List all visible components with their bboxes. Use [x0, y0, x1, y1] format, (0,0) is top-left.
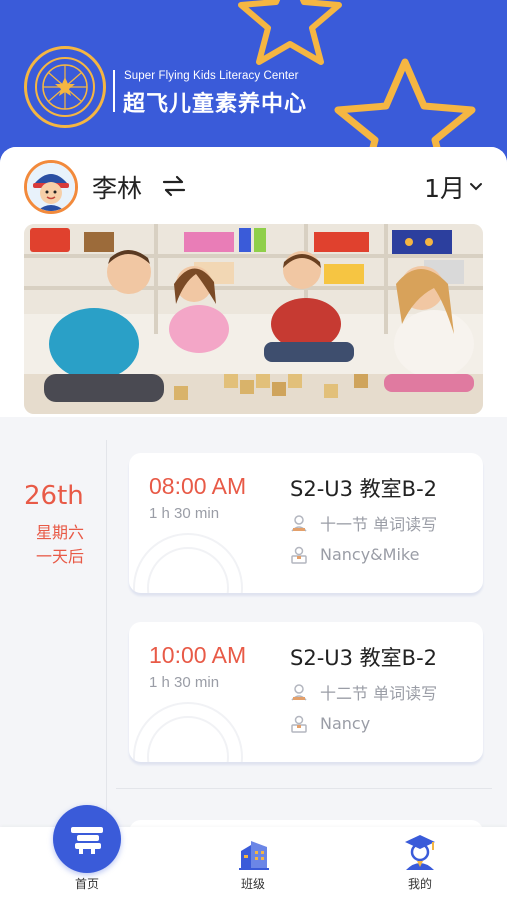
- lesson-card[interactable]: 10:00 AM 1 h 30 min S2-U3 教室B-2 十二节 单词读写…: [129, 622, 483, 762]
- tab-classes[interactable]: 班级: [193, 827, 313, 900]
- home-tab-bubble: [53, 805, 121, 873]
- tab-mine[interactable]: 我的: [360, 827, 480, 900]
- profile-section: 李林 1月: [0, 147, 507, 417]
- timeline-line: [106, 440, 107, 837]
- star-decoration-top: [238, 0, 342, 65]
- lesson-teacher-row: Nancy&Mike: [290, 545, 419, 564]
- lesson-session: 十二节 单词读写: [320, 684, 438, 703]
- lesson-title: S2-U3 教室B-2: [290, 477, 438, 501]
- tab-home[interactable]: 首页: [27, 805, 147, 900]
- lesson-session: 十一节 单词读写: [320, 515, 438, 534]
- schedule-divider: [116, 788, 492, 789]
- brand-divider: [113, 70, 115, 112]
- student-avatar[interactable]: [24, 160, 78, 214]
- brand-name-cn: 超飞儿童素养中心: [123, 92, 308, 117]
- lesson-duration: 1 h 30 min: [149, 674, 220, 691]
- lesson-teacher: Nancy&Mike: [320, 545, 420, 564]
- month-label: 1月: [424, 174, 465, 203]
- teacher-icon: [291, 715, 307, 733]
- home-board-icon: [71, 827, 103, 854]
- graduate-icon: [405, 835, 435, 870]
- bottom-tab-bar: 首页 班级 我的: [0, 805, 507, 900]
- lesson-teacher-row: Nancy: [290, 714, 370, 733]
- schedule-day: 26th: [24, 481, 84, 511]
- lesson-title: S2-U3 教室B-2: [290, 646, 438, 670]
- schedule-relative-day: 一天后: [36, 547, 85, 566]
- teacher-icon: [291, 546, 307, 564]
- main-card: 李林 1月 26th 星期六 一天后 08:00 AM 1 h 30 min S…: [0, 147, 507, 837]
- banner-image: [24, 224, 483, 414]
- lesson-session-row: 十一节 单词读写: [290, 511, 437, 535]
- building-icon: [239, 841, 269, 870]
- lesson-duration: 1 h 30 min: [149, 505, 220, 522]
- tab-mine-label: 我的: [407, 877, 432, 891]
- chevron-down-icon: [470, 183, 482, 191]
- lesson-teacher: Nancy: [320, 714, 371, 733]
- month-selector[interactable]: 1月: [424, 169, 483, 205]
- schedule-weekday: 星期六: [36, 523, 85, 542]
- tab-home-label: 首页: [74, 877, 99, 891]
- brand-name-en: Super Flying Kids Literacy Center: [124, 70, 299, 82]
- lesson-time: 10:00 AM: [149, 642, 247, 668]
- lesson-session-row: 十二节 单词读写: [290, 680, 437, 704]
- swap-icon[interactable]: [162, 175, 186, 197]
- student-name: 李林: [92, 174, 143, 203]
- lesson-time: 08:00 AM: [149, 473, 247, 499]
- student-icon: [291, 515, 307, 532]
- brand-logo: [24, 46, 106, 128]
- student-icon: [291, 684, 307, 701]
- tab-classes-label: 班级: [240, 877, 265, 891]
- lesson-card[interactable]: 08:00 AM 1 h 30 min S2-U3 教室B-2 十一节 单词读写…: [129, 453, 483, 593]
